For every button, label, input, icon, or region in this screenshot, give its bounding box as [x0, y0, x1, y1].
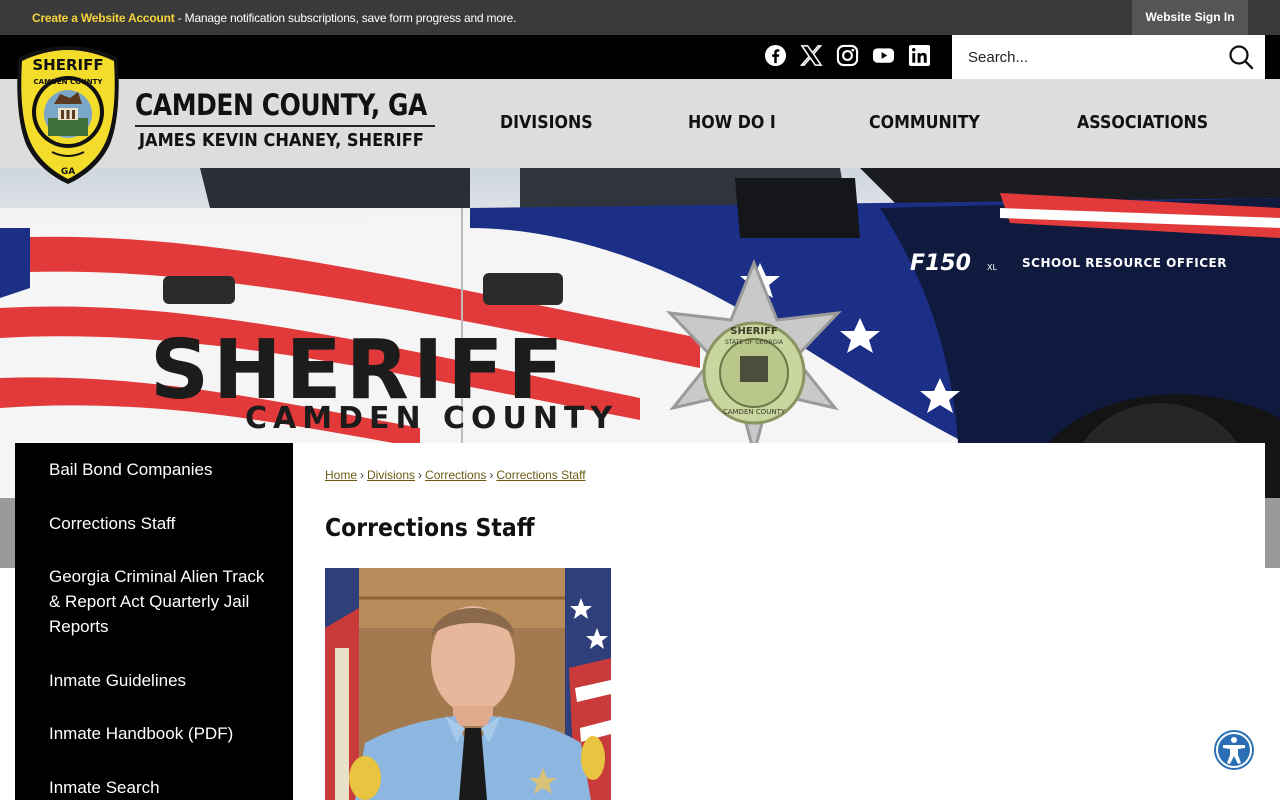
search-icon[interactable] [1228, 44, 1254, 70]
instagram-icon[interactable] [836, 44, 859, 67]
accessibility-icon[interactable] [1213, 729, 1255, 771]
social-links [764, 44, 931, 67]
sidebar-nav: Bail Bond Companies Corrections Staff Ge… [15, 443, 293, 800]
facebook-icon[interactable] [764, 44, 787, 67]
nav-divisions[interactable]: DIVISIONS [500, 112, 593, 133]
truck-brand-text: F150 [910, 251, 971, 276]
hero-sub-text: CAMDEN COUNTY [245, 401, 618, 436]
svg-text:STATE OF GEORGIA: STATE OF GEORGIA [725, 339, 784, 346]
search-box [952, 35, 1265, 79]
sidebar-item-inmate-search[interactable]: Inmate Search [49, 775, 269, 800]
sheriff-badge-logo[interactable]: SHERIFF CAMDEN COUNTY GA [14, 44, 122, 186]
notification-message: Create a Website Account - Manage notifi… [32, 11, 516, 25]
x-icon[interactable] [799, 44, 823, 67]
breadcrumb-corrections-staff[interactable]: Corrections Staff [496, 468, 585, 482]
sidebar-item-jail-reports[interactable]: Georgia Criminal Alien Track & Report Ac… [49, 564, 269, 639]
breadcrumb: Home › Divisions › Corrections › Corrections S… [325, 468, 586, 482]
breadcrumb-divisions[interactable]: Divisions [367, 468, 415, 482]
svg-text:SHERIFF: SHERIFF [730, 326, 778, 337]
sidebar-item-corrections-staff[interactable]: Corrections Staff [49, 511, 269, 536]
sign-in-button[interactable]: Website Sign In [1132, 0, 1248, 35]
site-subtitle: JAMES KEVIN CHANEY, SHERIFF [139, 130, 424, 151]
breadcrumb-separator: › [360, 468, 365, 482]
page-title: Corrections Staff [325, 513, 535, 542]
nav-community[interactable]: COMMUNITY [869, 112, 980, 133]
svg-text:CAMDEN COUNTY: CAMDEN COUNTY [723, 408, 786, 416]
site-title-block[interactable]: CAMDEN COUNTY, GA JAMES KEVIN CHANEY, SH… [135, 88, 435, 151]
create-account-link[interactable]: Create a Website Account [32, 11, 175, 25]
sidebar-item-bail-bond-companies[interactable]: Bail Bond Companies [49, 457, 269, 482]
title-divider [135, 125, 435, 127]
door-text: SCHOOL RESOURCE OFFICER [1022, 256, 1227, 270]
truck-badge-text: XL [987, 263, 997, 272]
staff-photo [325, 568, 611, 800]
youtube-icon[interactable] [872, 44, 895, 67]
notification-text: - Manage notification subscriptions, sav… [174, 11, 517, 25]
svg-text:SHERIFF: SHERIFF [32, 56, 103, 74]
nav-associations[interactable]: ASSOCIATIONS [1077, 112, 1208, 133]
breadcrumb-separator: › [489, 468, 494, 482]
linkedin-icon[interactable] [908, 44, 931, 67]
nav-how-do-i[interactable]: HOW DO I [688, 112, 776, 133]
breadcrumb-corrections[interactable]: Corrections [425, 468, 486, 482]
breadcrumb-home[interactable]: Home [325, 468, 357, 482]
notification-bar: Create a Website Account - Manage notifi… [0, 0, 1280, 35]
breadcrumb-separator: › [418, 468, 423, 482]
search-input[interactable] [952, 35, 1222, 79]
main-content: Home › Divisions › Corrections › Corrections S… [293, 443, 1265, 800]
site-title: CAMDEN COUNTY, GA [135, 88, 427, 122]
sidebar-item-inmate-guidelines[interactable]: Inmate Guidelines [49, 668, 269, 693]
svg-text:GA: GA [61, 167, 75, 177]
sidebar-item-inmate-handbook[interactable]: Inmate Handbook (PDF) [49, 721, 269, 746]
svg-text:CAMDEN COUNTY: CAMDEN COUNTY [34, 78, 104, 86]
